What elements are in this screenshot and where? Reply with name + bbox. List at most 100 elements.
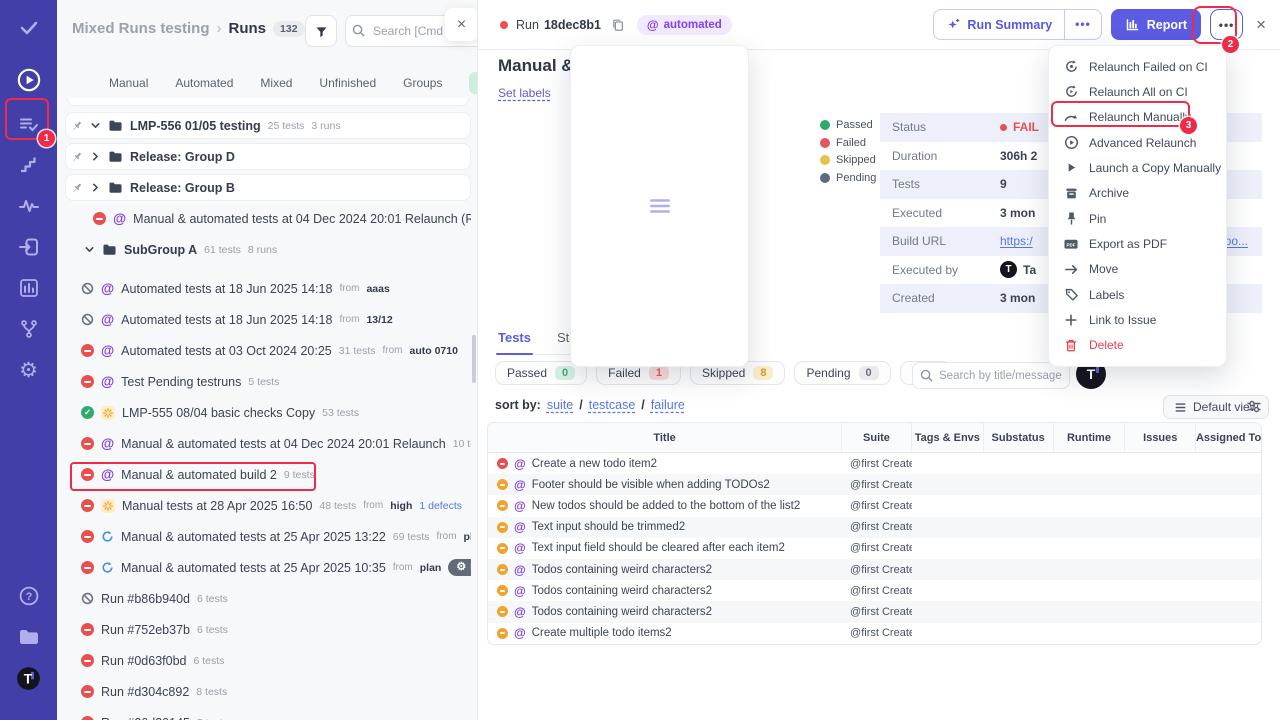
chevron-right-icon[interactable]	[90, 182, 101, 193]
table-row[interactable]: @Text input field should be cleared afte…	[488, 538, 1261, 559]
tab-manual[interactable]: Manual	[109, 76, 148, 90]
table-row[interactable]: @Text input should be trimmed2@first Cre…	[488, 517, 1261, 538]
column-header-title[interactable]: Title	[488, 423, 842, 452]
folder-icon[interactable]	[16, 624, 42, 650]
sort-by-suite[interactable]: suite	[547, 398, 573, 412]
help-icon[interactable]: ?	[16, 583, 42, 609]
chevron-right-icon[interactable]	[90, 151, 101, 162]
tests-search-input[interactable]	[912, 362, 1070, 389]
runs-list-scrollbar[interactable]	[472, 335, 476, 383]
table-row[interactable]: @Create a new todo item2@first Create ..…	[488, 453, 1261, 474]
run-row[interactable]: Manual & automated tests at 25 Apr 2025 …	[65, 523, 471, 550]
filter-button[interactable]	[305, 15, 337, 47]
run-row[interactable]: Run #0d63f0bd6 tests	[65, 647, 471, 674]
menu-icon[interactable]	[570, 45, 749, 367]
chevron-down-icon[interactable]	[90, 120, 101, 131]
folder-row[interactable]: Release: Group D	[65, 143, 471, 170]
automated-icon: @	[514, 521, 526, 533]
table-row[interactable]: @Create multiple todo items2@first Creat…	[488, 623, 1261, 644]
view-settings-icon[interactable]	[1246, 399, 1262, 414]
menu-item-relaunch-failed-on-ci[interactable]: Relaunch Failed on CI	[1049, 54, 1226, 79]
run-detail-close-button[interactable]: ×	[1256, 15, 1266, 35]
panel-close-button[interactable]: ×	[445, 8, 478, 41]
tab-groups[interactable]: Groups	[403, 76, 442, 90]
column-header-substatus[interactable]: Substatus	[984, 423, 1054, 452]
defects-link[interactable]: 1 defects	[419, 500, 462, 512]
steps-icon[interactable]	[16, 152, 42, 178]
bar-chart-icon[interactable]	[16, 275, 42, 301]
play-icon[interactable]	[16, 67, 42, 93]
sidebar-avatar[interactable]: T	[16, 665, 42, 691]
table-row[interactable]: @Todos containing weird characters2@firs…	[488, 601, 1261, 622]
folder-row[interactable]: Release: Group B	[65, 174, 471, 201]
menu-item-launch-a-copy-manually[interactable]: Launch a Copy Manually	[1049, 155, 1226, 180]
check-icon[interactable]	[16, 14, 42, 40]
run-row[interactable]: LMP-555 08/04 basic checks Copy53 tests	[65, 399, 471, 426]
sort-by-testcase[interactable]: testcase	[589, 398, 636, 412]
menu-item-advanced-relaunch[interactable]: Advanced Relaunch	[1049, 130, 1226, 155]
menu-item-move[interactable]: Move	[1049, 257, 1226, 282]
table-row[interactable]: @New todos should be added to the bottom…	[488, 495, 1261, 516]
table-row[interactable]: @Todos containing weird characters2@firs…	[488, 580, 1261, 601]
run-row[interactable]: @Automated tests at 03 Oct 2024 20:2531 …	[65, 337, 471, 364]
tab-automated[interactable]: Automated	[175, 76, 233, 90]
run-summary-more[interactable]: •••	[1065, 10, 1101, 39]
run-row[interactable]: Manual & automated tests at 25 Apr 2025 …	[65, 554, 471, 581]
column-header-suite[interactable]: Suite	[842, 423, 912, 452]
menu-item-delete[interactable]: Delete	[1049, 333, 1226, 358]
from-label: from	[339, 283, 359, 294]
tab-mixed[interactable]: Mixed	[260, 76, 292, 90]
run-row[interactable]: @Test Pending testruns5 tests	[65, 368, 471, 395]
run-row[interactable]: @Manual & automated tests at 04 Dec 2024…	[65, 430, 471, 457]
run-row[interactable]: Run #26d301455 tests	[65, 709, 471, 720]
pulse-icon[interactable]	[16, 193, 42, 219]
tab-tests[interactable]: Tests	[498, 330, 531, 345]
breadcrumb-project[interactable]: Mixed Runs testing	[72, 20, 210, 37]
run-more-actions-button[interactable]: •••	[1210, 9, 1243, 40]
run-row[interactable]: @Automated tests at 18 Jun 2025 14:18fro…	[65, 306, 471, 333]
menu-item-pin[interactable]: Pin	[1049, 206, 1226, 231]
build-url-link-end[interactable]: po...	[1225, 234, 1248, 248]
report-button[interactable]: Report	[1111, 9, 1201, 40]
column-header-runtime[interactable]: Runtime	[1054, 423, 1126, 452]
menu-item-relaunch-manually[interactable]: Relaunch Manually	[1049, 105, 1226, 130]
menu-item-archive[interactable]: Archive	[1049, 181, 1226, 206]
menu-item-link-to-issue[interactable]: Link to Issue	[1049, 307, 1226, 332]
copy-run-id-button[interactable]	[611, 18, 625, 32]
gear-icon[interactable]: ⚙	[16, 357, 42, 383]
run-row[interactable]: @Automated tests at 18 Jun 2025 14:18fro…	[65, 275, 471, 302]
chevron-down-icon[interactable]	[84, 244, 95, 255]
folder-row[interactable]: LMP-556 01/05 testing25 tests3 runs	[65, 112, 471, 139]
tab-unfinished[interactable]: Unfinished	[319, 76, 376, 90]
menu-item-labels[interactable]: Labels	[1049, 282, 1226, 307]
branch-icon[interactable]	[16, 316, 42, 342]
filter-chip-pending[interactable]: Pending0	[794, 361, 890, 385]
sort-by-failure[interactable]: failure	[651, 398, 685, 412]
set-labels-link[interactable]: Set labels	[498, 86, 551, 100]
column-header-assigned-to[interactable]: Assigned To	[1196, 423, 1261, 452]
build-url-link[interactable]: https:/	[1000, 234, 1033, 248]
run-row[interactable]: Run #b86b940d6 tests	[65, 585, 471, 612]
cycle-icon	[101, 561, 114, 574]
table-row[interactable]: @Footer should be visible when adding TO…	[488, 474, 1261, 495]
import-icon[interactable]	[16, 234, 42, 260]
automated-badge[interactable]: @ automated	[637, 15, 732, 35]
run-title-text: Automated tests at 18 Jun 2025 14:18	[121, 313, 332, 327]
pdf-icon: PDF	[1063, 237, 1079, 251]
run-row[interactable]: @Manual & automated tests at 04 Dec 2024…	[65, 205, 471, 232]
test-title: Footer should be visible when adding TOD…	[532, 479, 770, 491]
run-row[interactable]: Run #752eb37b6 tests	[65, 616, 471, 643]
folder-row[interactable]: SubGroup A61 tests8 runs	[65, 236, 471, 263]
column-header-issues[interactable]: Issues	[1125, 423, 1196, 452]
run-row[interactable]: Run #d304c8928 tests	[65, 678, 471, 705]
run-row[interactable]: Manual tests at 28 Apr 2025 16:5048 test…	[65, 492, 471, 519]
table-row[interactable]: @Todos containing weird characters2@firs…	[488, 559, 1261, 580]
tab-today[interactable]: To	[469, 72, 478, 94]
run-row-selected[interactable]: @Manual & automated build 29 tests	[65, 461, 471, 488]
list-check-icon[interactable]	[16, 111, 42, 137]
column-header-tags-envs[interactable]: Tags & Envs	[912, 423, 984, 452]
menu-item-relaunch-all-on-ci[interactable]: Relaunch All on CI	[1049, 79, 1226, 104]
run-summary-button[interactable]: Run Summary •••	[933, 9, 1101, 40]
breadcrumb-page[interactable]: Runs	[229, 20, 267, 37]
menu-item-export-as-pdf[interactable]: PDFExport as PDF	[1049, 231, 1226, 256]
